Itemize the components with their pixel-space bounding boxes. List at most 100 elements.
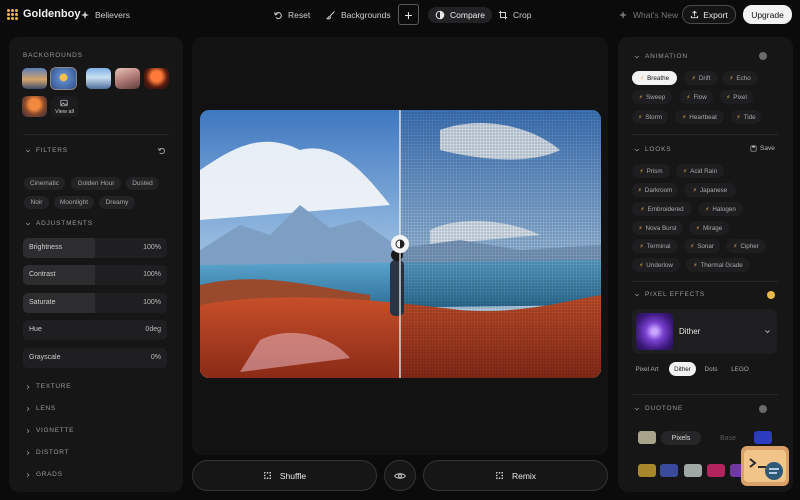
backgrounds-section-title: BACKGROUNDS xyxy=(23,52,83,59)
grayscale-slider[interactable]: Grayscale 0% xyxy=(23,348,167,368)
bolt-icon: ⚡ xyxy=(637,187,642,194)
look-chip-cipher[interactable]: ⚡ Cipher xyxy=(726,239,766,253)
bolt-icon: ⚡ xyxy=(682,168,688,175)
animation-chip-breathe[interactable]: ⚡ Breathe xyxy=(632,71,677,85)
animation-chip-storm[interactable]: ⚡ Storm xyxy=(632,110,668,124)
add-button[interactable]: + xyxy=(398,4,419,25)
adjustments-section-header[interactable]: ADJUSTMENTS xyxy=(25,220,93,227)
filter-chip-cinematic[interactable]: Cinematic xyxy=(24,177,65,190)
look-chip-nova-burst[interactable]: ⚡ Nova Burst xyxy=(632,221,683,235)
look-chip-darkroom[interactable]: ⚡ Darkroom xyxy=(632,183,678,197)
filters-section-header[interactable]: FILTERS xyxy=(25,147,68,154)
animation-chip-pixel[interactable]: ⚡ Pixel xyxy=(720,90,753,104)
animation-chip-flow[interactable]: ⚡ Flow xyxy=(680,90,713,104)
animation-chip-echo[interactable]: ⚡ Echo xyxy=(722,71,758,85)
contrast-slider[interactable]: Contrast 100% xyxy=(23,265,167,285)
floating-assistant-widget[interactable] xyxy=(741,446,789,486)
look-chip-halogen[interactable]: ⚡ Halogen xyxy=(698,202,743,216)
chevron-right-icon xyxy=(26,450,30,455)
background-thumbnail[interactable] xyxy=(86,68,111,89)
bolt-icon: ⚡ xyxy=(637,114,643,121)
duotone-light-color[interactable] xyxy=(638,431,656,444)
texture-section-header[interactable]: TEXTURE xyxy=(25,383,71,390)
saturate-slider[interactable]: Saturate 100% xyxy=(23,293,167,313)
pixel-effects-section-header[interactable]: PIXEL EFFECTS xyxy=(634,291,705,298)
duotone-preset-swatch[interactable] xyxy=(707,464,725,477)
believers-link[interactable]: Believers xyxy=(80,7,130,23)
look-chip-terminal[interactable]: ⚡ Terminal xyxy=(632,239,678,253)
pixel-effects-toggle[interactable] xyxy=(767,291,775,299)
backgrounds-button[interactable]: Backgrounds xyxy=(326,7,391,23)
look-chip-prism[interactable]: ⚡ Prism xyxy=(632,164,670,178)
chip-label: Prism xyxy=(646,167,663,175)
animation-chip-drift[interactable]: ⚡ Drift xyxy=(684,71,718,85)
distort-section-header[interactable]: DISTORT xyxy=(25,449,69,456)
pixel-chip-dither[interactable]: Dither xyxy=(669,362,696,376)
looks-title: LOOKS xyxy=(645,146,672,153)
filter-chip-golden-hour[interactable]: Golden Hour xyxy=(71,177,121,190)
upgrade-label: Upgrade xyxy=(751,9,784,20)
animation-chip-heartbeat[interactable]: ⚡ Heartbeat xyxy=(675,110,724,124)
look-chip-acid-rain[interactable]: ⚡ Acid Rain xyxy=(676,164,724,178)
background-thumbnail[interactable] xyxy=(22,68,47,89)
filter-chip-noir[interactable]: Noir xyxy=(24,196,49,209)
duotone-toggle[interactable] xyxy=(759,405,767,413)
filter-chip-dusted[interactable]: Dusted xyxy=(126,177,159,190)
pixel-chip-pixel-art[interactable]: Pixel Art xyxy=(632,362,662,376)
slider-value: 100% xyxy=(143,299,161,306)
reset-button[interactable]: Reset xyxy=(273,7,310,23)
whats-new-link[interactable]: What's New xyxy=(618,7,678,23)
filters-title: FILTERS xyxy=(36,147,68,154)
look-chip-japanese[interactable]: ⚡ Japanese xyxy=(684,183,736,197)
bolt-icon: ⚡ xyxy=(695,225,700,232)
pixel-chip-lego[interactable]: LEGO xyxy=(728,362,752,376)
duotone-mode-base[interactable]: Base xyxy=(708,431,748,445)
duotone-mode-pixels[interactable]: Pixels xyxy=(661,431,701,445)
animation-chip-tide[interactable]: ⚡ Tide xyxy=(731,110,761,124)
upgrade-button[interactable]: Upgrade xyxy=(743,5,792,24)
duotone-preset-swatch[interactable] xyxy=(684,464,702,477)
background-thumbnail[interactable] xyxy=(22,96,47,117)
shuffle-button[interactable]: Shuffle xyxy=(192,460,377,491)
chip-label: Japanese xyxy=(699,186,728,194)
pixel-chip-dots[interactable]: Dots xyxy=(700,362,722,376)
grads-section-header[interactable]: GRADS xyxy=(25,471,63,478)
lens-section-header[interactable]: LENS xyxy=(25,405,56,412)
remix-button[interactable]: Remix xyxy=(423,460,608,491)
duotone-dark-color[interactable] xyxy=(754,431,772,444)
filter-chip-moonlight[interactable]: Moonlight xyxy=(54,196,94,209)
animation-chip-sweep[interactable]: ⚡ Sweep xyxy=(632,90,672,104)
chip-label: Sweep xyxy=(645,93,666,101)
export-button[interactable]: Export xyxy=(682,5,736,24)
duotone-preset-swatch[interactable] xyxy=(638,464,656,477)
app-logo[interactable]: Goldenboy xyxy=(7,8,80,20)
compare-image[interactable] xyxy=(200,110,601,378)
filter-chip-dreamy[interactable]: Dreamy xyxy=(99,196,135,209)
chip-label: Pixel xyxy=(733,93,747,101)
hue-slider[interactable]: Hue 0deg xyxy=(23,320,167,340)
duotone-preset-swatch[interactable] xyxy=(660,464,678,477)
background-thumbnail[interactable] xyxy=(115,68,140,89)
duotone-section-header[interactable]: DUOTONE xyxy=(634,405,683,412)
looks-save-button[interactable]: Save xyxy=(750,145,775,152)
vignette-section-header[interactable]: VIGNETTE xyxy=(25,427,74,434)
chip-label: Sonar xyxy=(697,242,715,250)
animation-toggle[interactable] xyxy=(759,52,767,60)
look-chip-embroidered[interactable]: ⚡ Embroidered xyxy=(632,202,692,216)
pixel-effect-select[interactable]: Dither xyxy=(632,309,777,354)
look-chip-mirage[interactable]: ⚡ Mirage xyxy=(689,221,729,235)
brightness-slider[interactable]: Brightness 100% xyxy=(23,238,167,258)
preview-eye-button[interactable] xyxy=(384,460,416,491)
look-chip-underlow[interactable]: ⚡ Underlow xyxy=(632,258,680,272)
crop-button[interactable]: Crop xyxy=(498,7,531,23)
looks-section-header[interactable]: LOOKS xyxy=(634,146,671,153)
background-thumbnail[interactable] xyxy=(144,68,169,89)
compare-button[interactable]: Compare xyxy=(428,7,492,23)
reset-filters-icon[interactable] xyxy=(157,146,166,155)
look-chip-thermal-grade[interactable]: ⚡ Thermal Grade xyxy=(686,258,750,272)
view-all-button[interactable]: View all xyxy=(51,96,78,117)
look-chip-sonar[interactable]: ⚡ Sonar xyxy=(684,239,720,253)
background-thumbnail[interactable] xyxy=(50,67,77,90)
assistant-icon xyxy=(749,458,783,480)
animation-section-header[interactable]: ANIMATION xyxy=(634,53,688,60)
